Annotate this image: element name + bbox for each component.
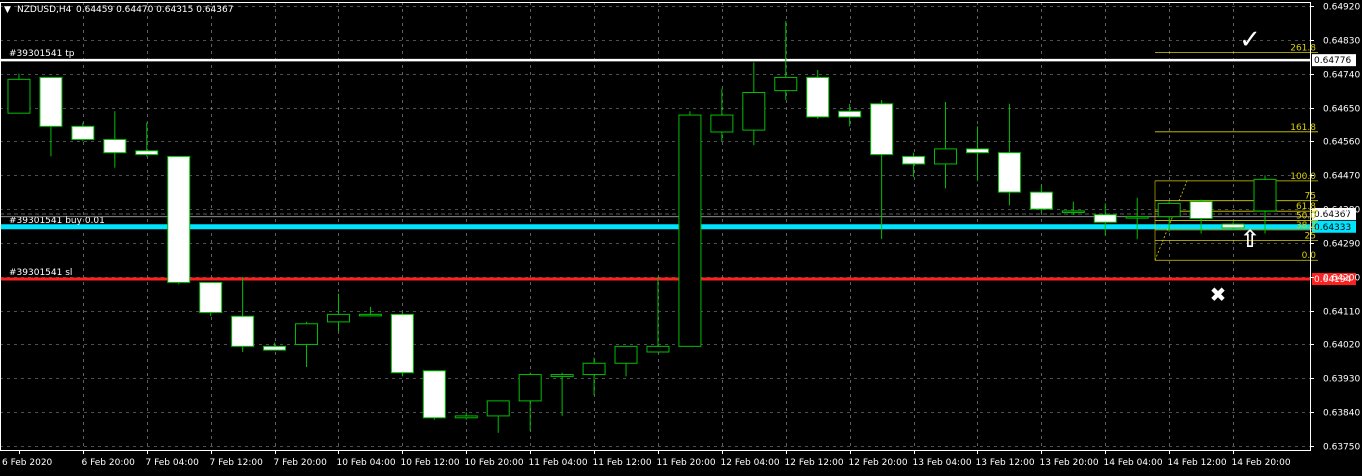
x-tick-label: 11 Feb 20:00	[657, 458, 716, 468]
fib-label: 50.0	[1296, 212, 1316, 222]
fib-label: 0.0	[1302, 251, 1317, 261]
candle-body	[167, 155, 191, 283]
candle-body	[326, 313, 350, 323]
candle-body	[7, 78, 31, 114]
x-tick-label: 10 Feb 04:00	[337, 458, 396, 468]
x-tick-label: 7 Feb 04:00	[146, 458, 200, 468]
y-tick-label: 0.63840	[1323, 409, 1360, 419]
candle-body	[710, 114, 734, 133]
y-tick-label: 0.64830	[1323, 37, 1360, 47]
candle-body	[870, 103, 894, 156]
annotations: ✓ ✖ ⇧	[1210, 25, 1261, 307]
x-tick-label: 14 Feb 12:00	[1168, 458, 1227, 468]
candle-body	[934, 148, 958, 165]
y-tick-label: 0.64740	[1323, 71, 1360, 81]
chart-header: ▼ NZDUSD,H4 0.64459 0.64470 0.64315 0.64…	[4, 5, 233, 15]
candle-body	[582, 362, 606, 376]
candle-body	[614, 345, 638, 364]
ohlc-label: 0.64459 0.64470 0.64315 0.64367	[76, 5, 233, 15]
x-tick-label: 12 Feb 12:00	[785, 458, 844, 468]
y-tick-label: 0.64470	[1323, 172, 1360, 182]
price-chart[interactable]: #39301541 tp 0.64776 #39301541 buy 0.01 0.6…	[0, 0, 1362, 472]
x-tick-label: 13 Feb 12:00	[976, 458, 1035, 468]
candle-body	[678, 114, 702, 347]
y-tick-label: 0.63930	[1323, 375, 1360, 385]
candle-body	[742, 91, 766, 131]
candle-body	[263, 345, 287, 351]
y-tick-label: 0.64380	[1323, 206, 1360, 216]
candle-body	[838, 110, 862, 118]
x-tick-label: 14 Feb 20:00	[1232, 458, 1291, 468]
checkmark-icon: ✓	[1239, 25, 1261, 55]
candle-body	[518, 374, 542, 402]
candle-body	[997, 152, 1021, 193]
symbol-label: NZDUSD,H4	[17, 5, 72, 15]
y-tick-label: 0.64560	[1323, 138, 1360, 148]
candle-body	[550, 374, 574, 377]
candle-body	[71, 125, 95, 141]
y-tick-label: 0.63750	[1323, 443, 1360, 453]
x-tick-label: 12 Feb 20:00	[849, 458, 908, 468]
x-tick-label: 6 Feb 2020	[2, 458, 53, 468]
y-tick-label: 0.64110	[1323, 308, 1360, 318]
candle-body	[103, 139, 127, 154]
candle-body	[454, 415, 478, 419]
candle-body	[135, 150, 159, 156]
x-tick-label: 10 Feb 12:00	[401, 458, 460, 468]
order-levels: #39301541 tp 0.64776 #39301541 buy 0.01 0.6…	[0, 49, 1356, 286]
header-triangle-icon[interactable]: ▼	[4, 5, 11, 15]
candle-body	[1253, 178, 1277, 212]
candle-body	[1125, 216, 1149, 219]
x-tick-label: 11 Feb 12:00	[593, 458, 652, 468]
candle-body	[295, 323, 319, 345]
candle-body	[199, 281, 223, 313]
candle-body	[806, 76, 830, 118]
price-tag-text-tp: 0.64776	[1314, 56, 1351, 66]
y-tick-label: 0.64650	[1323, 105, 1360, 115]
candle-body	[358, 313, 382, 317]
level-label-buy: #39301541 buy 0.01	[9, 216, 105, 226]
price-tag-text-buy: 0.64333	[1314, 223, 1351, 233]
level-label-tp: #39301541 tp	[9, 49, 75, 59]
candle-body	[902, 155, 926, 165]
x-tick-label: 13 Feb 20:00	[1040, 458, 1099, 468]
fib-label: 61.8	[1296, 202, 1316, 212]
level-label-sl: #39301541 sl	[9, 268, 72, 278]
fib-label: 161.8	[1290, 123, 1316, 133]
candle-body	[1189, 201, 1213, 219]
y-tick-label: 0.64920	[1323, 3, 1360, 13]
candle-body	[1029, 191, 1053, 210]
fib-label: 38.2	[1296, 221, 1316, 231]
candle-body	[646, 345, 670, 353]
candle-body	[965, 148, 989, 154]
candle-body	[774, 76, 798, 92]
y-tick-label: 0.64200	[1323, 274, 1360, 284]
fib-label: 100.0	[1290, 172, 1316, 182]
chart-canvas[interactable]: #39301541 tp 0.64776 #39301541 buy 0.01 0.6…	[0, 0, 1362, 472]
candle-body	[486, 400, 510, 417]
y-tick-label: 0.64020	[1323, 341, 1360, 351]
x-tick-label: 10 Feb 20:00	[465, 458, 524, 468]
candle-body	[1061, 210, 1085, 213]
fib-label: 261.8	[1290, 43, 1316, 53]
y-tick-label: 0.64290	[1323, 240, 1360, 250]
candle-body	[1157, 202, 1181, 218]
cross-icon: ✖	[1210, 283, 1227, 307]
x-tick-label: 6 Feb 20:00	[82, 458, 136, 468]
candle-body	[390, 313, 414, 374]
x-tick-label: 11 Feb 04:00	[529, 458, 588, 468]
candle-body	[422, 370, 446, 419]
candle-body	[231, 315, 255, 347]
x-tick-label: 14 Feb 04:00	[1104, 458, 1163, 468]
x-tick-label: 13 Feb 04:00	[913, 458, 972, 468]
x-tick-label: 7 Feb 12:00	[210, 458, 264, 468]
up-arrow-icon: ⇧	[1240, 225, 1260, 253]
candle-body	[39, 76, 63, 127]
x-tick-label: 7 Feb 20:00	[274, 458, 328, 468]
candle-body	[1093, 214, 1117, 223]
x-tick-label: 12 Feb 04:00	[721, 458, 780, 468]
